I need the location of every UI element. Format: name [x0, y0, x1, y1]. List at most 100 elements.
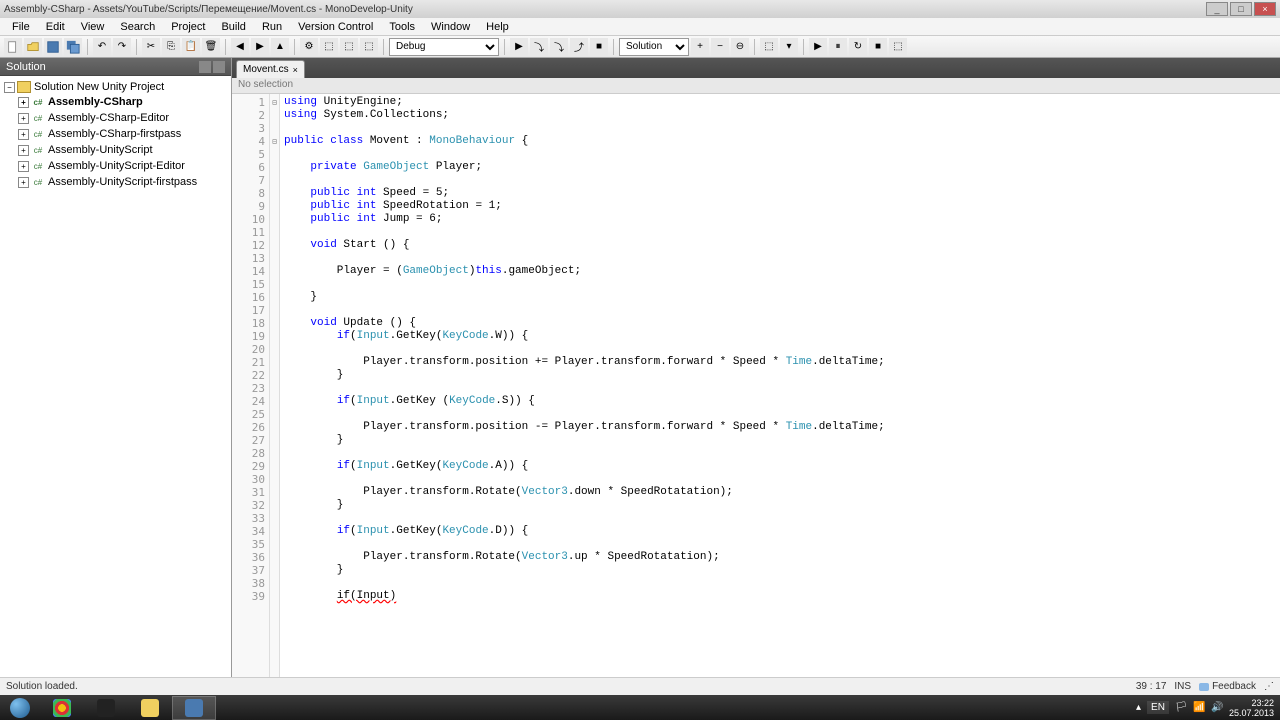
solution-panel: Solution − Solution New Unity Project +c… [0, 58, 232, 677]
collapse-icon[interactable]: − [4, 82, 15, 93]
nav-fwd-icon[interactable]: ▶ [251, 38, 269, 56]
step-over-icon[interactable]: ⤵ [530, 38, 548, 56]
titlebar[interactable]: Assembly-CSharp - Assets/YouTube/Scripts… [0, 0, 1280, 18]
step-out-icon[interactable]: ⤴ [570, 38, 588, 56]
stop-icon[interactable]: ■ [590, 38, 608, 56]
close-button[interactable]: × [1254, 2, 1276, 16]
menu-edit[interactable]: Edit [38, 19, 73, 35]
run-icon[interactable]: ▶ [510, 38, 528, 56]
save-all-icon[interactable] [64, 38, 82, 56]
tree-item-label: Assembly-CSharp-Editor [48, 112, 169, 124]
code-text[interactable]: using UnityEngine;using System.Collectio… [280, 94, 1280, 677]
breadcrumb[interactable]: No selection [232, 78, 1280, 94]
copy-icon[interactable]: ⎘ [162, 38, 180, 56]
paste-icon[interactable]: 📋 [182, 38, 200, 56]
tree-item-5[interactable]: +c#Assembly-UnityScript-firstpass [4, 174, 227, 190]
feedback-icon [1199, 683, 1209, 691]
taskbar-chrome[interactable] [40, 696, 84, 720]
toggle3-icon[interactable]: ⬚ [360, 38, 378, 56]
remove2-icon[interactable]: ⊖ [731, 38, 749, 56]
toggle2-icon[interactable]: ⬚ [340, 38, 358, 56]
line-gutter[interactable]: 1234567891011121314151617181920212223242… [232, 94, 270, 677]
panel-header[interactable]: Solution [0, 58, 231, 76]
step-into-icon[interactable]: ⤵ [550, 38, 568, 56]
build-icon[interactable]: ⚙ [300, 38, 318, 56]
taskbar-explorer[interactable] [128, 696, 172, 720]
save-icon[interactable] [44, 38, 62, 56]
csharp-icon: c# [31, 111, 45, 125]
expand-icon[interactable]: + [18, 161, 29, 172]
panel-pin-icon[interactable] [199, 61, 211, 73]
clock[interactable]: 23:22 25.07.2013 [1229, 698, 1274, 718]
csharp-icon: c# [31, 175, 45, 189]
menu-build[interactable]: Build [213, 19, 253, 35]
expand-icon[interactable]: + [18, 177, 29, 188]
tab-movent[interactable]: Movent.cs × [236, 60, 305, 78]
taskbar-unity[interactable] [84, 696, 128, 720]
language-indicator[interactable]: EN [1147, 701, 1169, 714]
solution-tree[interactable]: − Solution New Unity Project +c#Assembly… [0, 76, 231, 677]
menu-search[interactable]: Search [112, 19, 163, 35]
editor-area: Movent.cs × No selection 123456789101112… [232, 58, 1280, 677]
dropdown-icon[interactable]: ▾ [780, 38, 798, 56]
nav-up-icon[interactable]: ▲ [271, 38, 289, 56]
network-icon[interactable]: 📶 [1193, 702, 1205, 714]
menu-project[interactable]: Project [163, 19, 213, 35]
statusbar: Solution loaded. 39 : 17 INS Feedback ⋰ [0, 677, 1280, 695]
tree-item-1[interactable]: +c#Assembly-CSharp-Editor [4, 110, 227, 126]
expand-icon[interactable]: + [18, 113, 29, 124]
cut-icon[interactable]: ✂ [142, 38, 160, 56]
feedback-link[interactable]: Feedback [1212, 681, 1256, 692]
tab-close-icon[interactable]: × [293, 65, 298, 75]
minimize-button[interactable]: _ [1206, 2, 1228, 16]
csharp-icon: c# [31, 143, 45, 157]
add-icon[interactable]: + [691, 38, 709, 56]
play-icon[interactable]: ▶ [809, 38, 827, 56]
reload-icon[interactable]: ↻ [849, 38, 867, 56]
window-title: Assembly-CSharp - Assets/YouTube/Scripts… [4, 4, 413, 15]
menu-tools[interactable]: Tools [381, 19, 423, 35]
system-tray: ▴ EN 🏳 📶 🔊 23:22 25.07.2013 [1136, 698, 1280, 718]
menu-window[interactable]: Window [423, 19, 478, 35]
code-editor[interactable]: 1234567891011121314151617181920212223242… [232, 94, 1280, 677]
new-file-icon[interactable] [4, 38, 22, 56]
tree-item-0[interactable]: +c#Assembly-CSharp [4, 94, 227, 110]
menu-view[interactable]: View [73, 19, 113, 35]
undo-icon[interactable]: ↶ [93, 38, 111, 56]
maximize-button[interactable]: □ [1230, 2, 1252, 16]
menu-version-control[interactable]: Version Control [290, 19, 381, 35]
solution-combo[interactable]: Solution [619, 38, 689, 56]
volume-icon[interactable]: 🔊 [1211, 702, 1223, 714]
redo-icon[interactable]: ↷ [113, 38, 131, 56]
pause-icon[interactable]: ⏸ [829, 38, 847, 56]
extra-icon[interactable]: ⬚ [889, 38, 907, 56]
tree-item-2[interactable]: +c#Assembly-CSharp-firstpass [4, 126, 227, 142]
panel-close-icon[interactable] [213, 61, 225, 73]
menu-file[interactable]: File [4, 19, 38, 35]
expand-icon[interactable]: + [18, 145, 29, 156]
expand-icon[interactable]: + [18, 129, 29, 140]
menu-help[interactable]: Help [478, 19, 517, 35]
csharp-icon: c# [31, 159, 45, 173]
open-icon[interactable] [24, 38, 42, 56]
configuration-combo[interactable]: Debug [389, 38, 499, 56]
taskbar-monodevelop[interactable] [172, 696, 216, 720]
fold-gutter[interactable]: ⊟⊟ [270, 94, 280, 677]
tree-root[interactable]: − Solution New Unity Project [4, 80, 227, 94]
flag-icon[interactable]: 🏳 [1175, 702, 1187, 714]
tray-arrow-icon[interactable]: ▴ [1136, 702, 1141, 713]
tree-item-3[interactable]: +c#Assembly-UnityScript [4, 142, 227, 158]
tree-item-4[interactable]: +c#Assembly-UnityScript-Editor [4, 158, 227, 174]
resize-grip-icon[interactable]: ⋰ [1264, 681, 1274, 692]
menu-run[interactable]: Run [254, 19, 290, 35]
stop2-icon[interactable]: ■ [869, 38, 887, 56]
tree-root-label: Solution New Unity Project [34, 81, 164, 93]
start-button[interactable] [0, 695, 40, 720]
nav-back-icon[interactable]: ◀ [231, 38, 249, 56]
delete-icon[interactable]: 🗑 [202, 38, 220, 56]
expand-icon[interactable]: + [18, 97, 29, 108]
attach-icon[interactable]: ⬚ [760, 38, 778, 56]
remove-icon[interactable]: − [711, 38, 729, 56]
toggle-icon[interactable]: ⬚ [320, 38, 338, 56]
tree-item-label: Assembly-CSharp [48, 96, 143, 108]
